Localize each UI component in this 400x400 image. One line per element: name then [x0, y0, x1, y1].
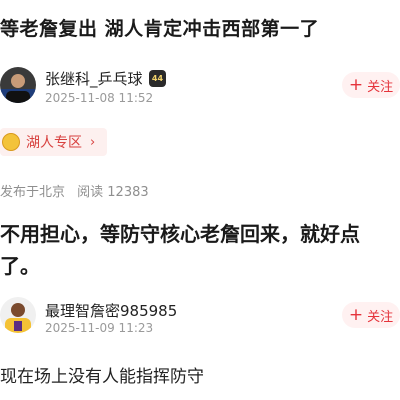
chevron-right-icon: ›: [90, 134, 96, 150]
plus-icon: +: [348, 304, 364, 325]
author-timestamp: 2025-11-08 11:52: [45, 91, 154, 105]
level-badge-icon: 44: [149, 70, 166, 87]
topic-tag[interactable]: 湖人专区 ›: [0, 128, 108, 156]
post-meta: 发布于北京 阅读 12383: [0, 181, 149, 200]
follow-label: 关注: [367, 79, 394, 95]
follow-label: 关注: [367, 309, 394, 325]
post-views: 阅读 12383: [77, 185, 149, 200]
reply-avatar[interactable]: [0, 297, 36, 333]
follow-author-button[interactable]: + 关注: [342, 72, 400, 98]
post-body: 不用担心，等防守核心老詹回来，就好点了。: [0, 222, 360, 278]
reply-author-name[interactable]: 最理智詹密985985: [45, 300, 177, 321]
level-badge-text: 44: [151, 74, 164, 83]
plus-icon: +: [348, 74, 364, 95]
author-avatar[interactable]: [0, 67, 36, 103]
reply-text: 现在场上没有人能指挥防守: [0, 367, 204, 387]
avatar-image-icon: [0, 297, 36, 333]
lakers-logo-icon: [2, 133, 20, 151]
post-location: 发布于北京: [0, 185, 66, 200]
author-name[interactable]: 张继科_乒乓球: [45, 68, 143, 89]
reply-timestamp: 2025-11-09 11:23: [45, 321, 154, 335]
post-title: 等老詹复出 湖人肯定冲击西部第一了: [0, 18, 320, 40]
follow-reply-author-button[interactable]: + 关注: [342, 302, 400, 328]
topic-label: 湖人专区: [26, 135, 82, 151]
avatar-image-icon: [0, 67, 36, 103]
